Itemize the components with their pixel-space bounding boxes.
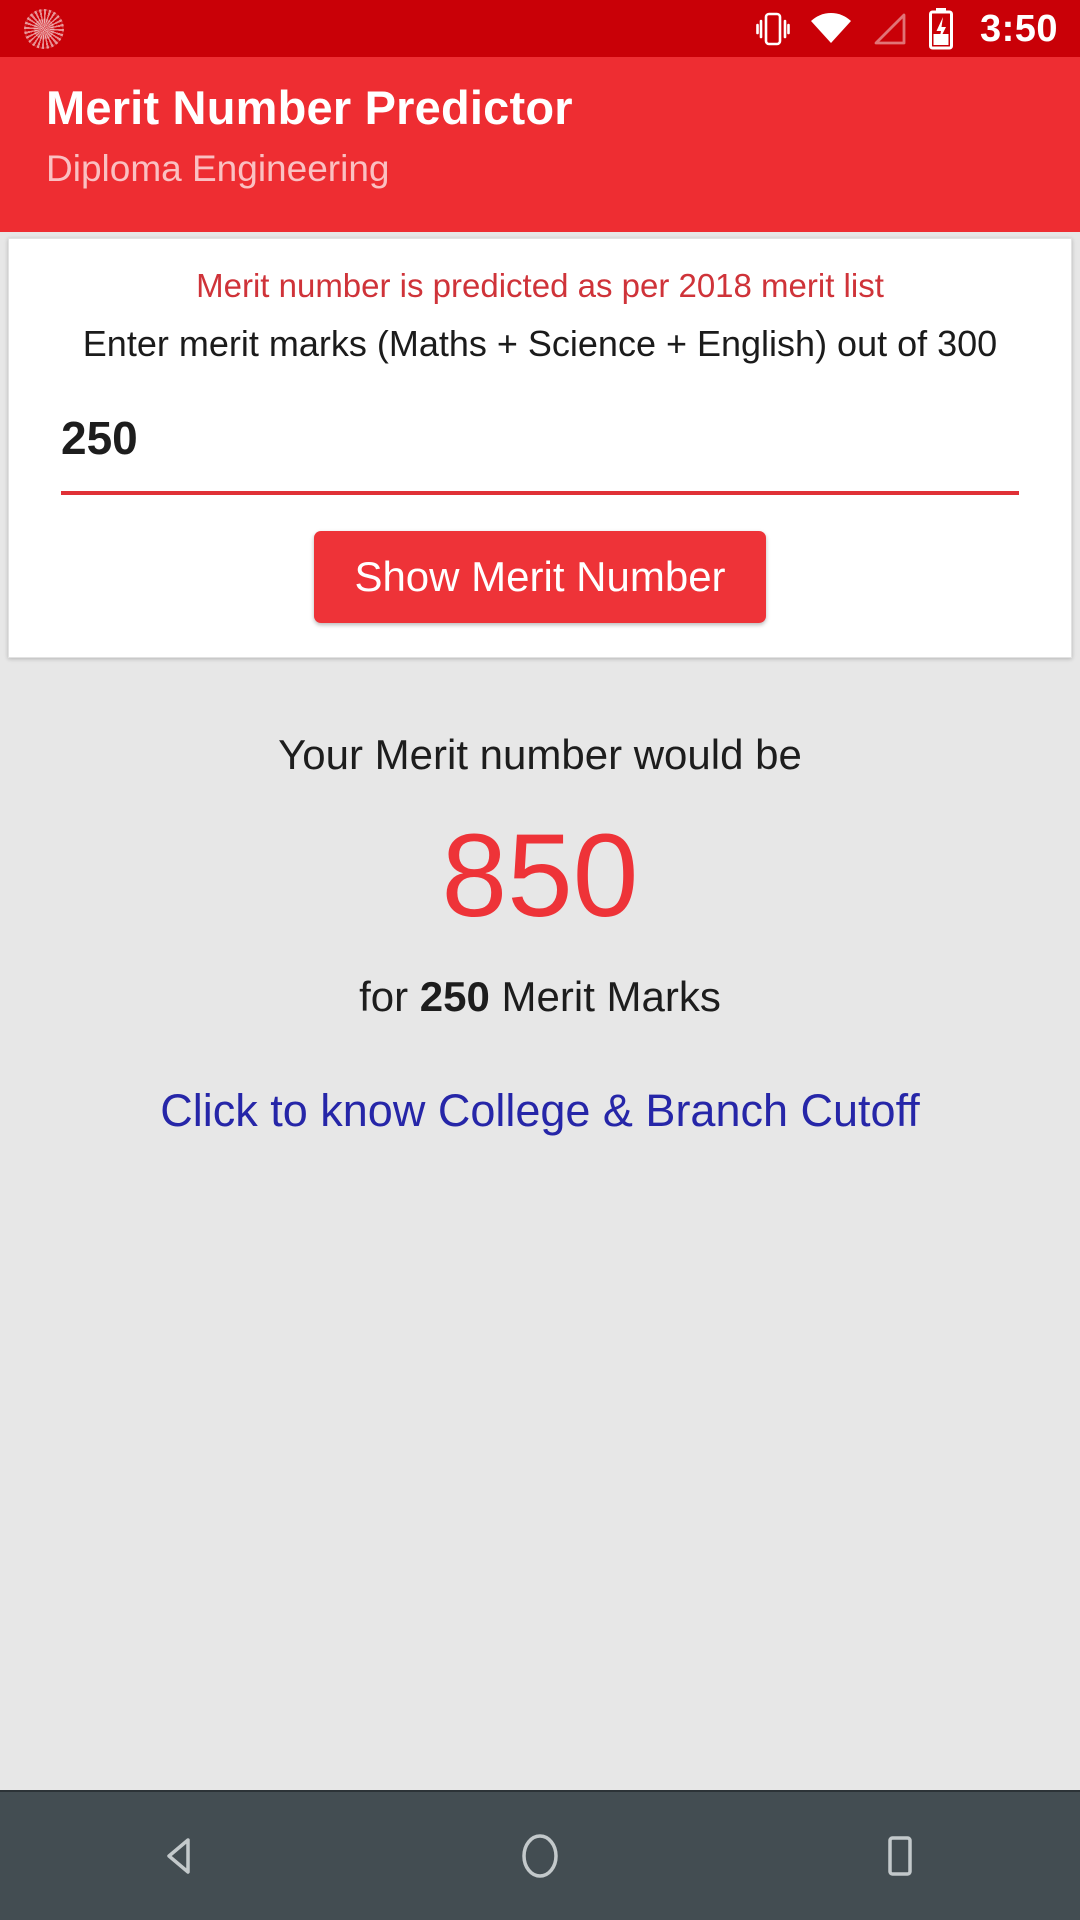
status-bar: 3:50 xyxy=(0,0,1080,57)
result-sub-suffix: Merit Marks xyxy=(489,972,721,1020)
back-triangle-icon xyxy=(167,1838,190,1874)
battery-charging-icon xyxy=(928,7,954,50)
result-sub-marks: 250 xyxy=(419,972,490,1020)
android-navigation-bar xyxy=(0,1790,1080,1920)
recents-button[interactable] xyxy=(810,1828,990,1884)
result-sub-prefix: for xyxy=(359,972,420,1020)
vibrate-icon xyxy=(756,9,790,49)
cellular-signal-icon xyxy=(872,11,908,47)
status-bar-clock: 3:50 xyxy=(979,7,1058,50)
submit-row: Show Merit Number xyxy=(39,530,1041,623)
page-title: Merit Number Predictor xyxy=(46,81,573,134)
home-button[interactable] xyxy=(450,1828,630,1884)
college-branch-cutoff-link[interactable]: Click to know College & Branch Cutoff xyxy=(160,1084,920,1138)
input-card: Merit number is predicted as per 2018 me… xyxy=(8,238,1072,658)
wifi-icon xyxy=(810,11,852,47)
status-bar-right: 3:50 xyxy=(756,7,1058,50)
result-subtext: for 250 Merit Marks xyxy=(30,972,1050,1022)
merit-marks-input-wrapper[interactable]: 250 xyxy=(61,397,1019,495)
app-notification-icon xyxy=(24,8,64,49)
app-bar: Merit Number Predictor Diploma Engineeri… xyxy=(0,57,1080,232)
merit-number-value: 850 xyxy=(441,809,639,942)
result-caption: Your Merit number would be xyxy=(278,730,802,778)
result-section: Your Merit number would be 850 for 250 M… xyxy=(0,658,1080,1139)
show-merit-number-button[interactable]: Show Merit Number xyxy=(314,530,766,623)
phone-screen: 3:50 Merit Number Predictor Diploma Engi… xyxy=(0,0,1080,1920)
merit-marks-label: Enter merit marks (Maths + Science + Eng… xyxy=(82,322,998,364)
merit-marks-input[interactable]: 250 xyxy=(61,397,1019,482)
status-bar-left xyxy=(24,8,756,49)
merit-list-note: Merit number is predicted as per 2018 me… xyxy=(196,267,884,304)
home-circle-icon xyxy=(522,1834,558,1878)
recents-square-icon xyxy=(888,1836,912,1876)
back-button[interactable] xyxy=(90,1828,270,1884)
page-subtitle: Diploma Engineering xyxy=(46,147,390,189)
